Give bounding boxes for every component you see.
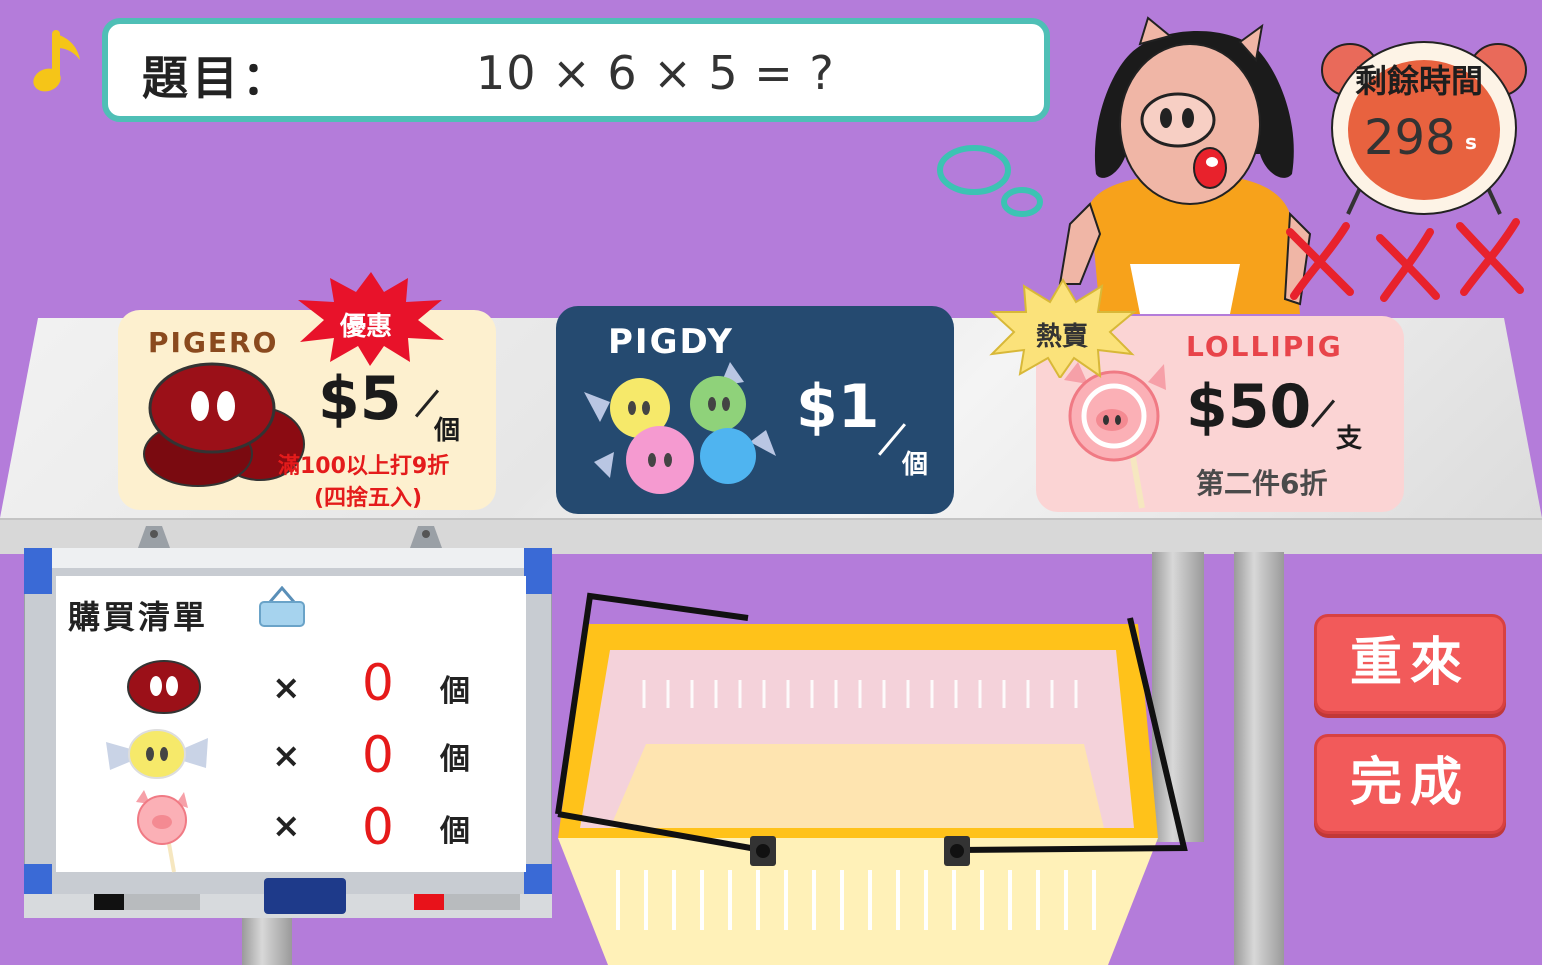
list-qty: 0 bbox=[362, 726, 394, 784]
board-clip-icon bbox=[138, 526, 170, 548]
product-price: $1 bbox=[796, 372, 880, 442]
list-item bbox=[104, 726, 210, 786]
lives-lost-marks bbox=[1286, 218, 1524, 302]
reset-button[interactable]: 重來 bbox=[1314, 614, 1506, 714]
shopping-list-title: 購買清單 bbox=[68, 598, 209, 636]
wrong-mark-icon bbox=[1376, 228, 1440, 302]
board-stand bbox=[242, 918, 292, 965]
list-unit: 個 bbox=[440, 742, 470, 777]
product-unit: 支 bbox=[1336, 424, 1363, 454]
product-promo-line1: 滿100以上打9折 bbox=[278, 454, 450, 479]
lollipig-icon bbox=[136, 790, 188, 873]
list-times: × bbox=[272, 806, 301, 846]
list-times: × bbox=[272, 668, 301, 708]
product-name: LOLLIPIG bbox=[1186, 330, 1343, 363]
basket-icon bbox=[259, 586, 305, 627]
wrong-mark-icon bbox=[1286, 222, 1354, 300]
done-button[interactable]: 完成 bbox=[1314, 734, 1506, 834]
pigdy-candy-icon bbox=[584, 362, 776, 494]
product-price: $50 bbox=[1186, 372, 1312, 442]
pigdy-candy-icon bbox=[106, 729, 208, 779]
product-unit: 個 bbox=[434, 416, 461, 446]
discount-badge-label: 優惠 bbox=[340, 312, 393, 342]
lollipig-icon bbox=[1064, 362, 1166, 509]
timer-label: 剩餘時間 bbox=[1354, 62, 1483, 100]
list-unit: 個 bbox=[440, 674, 470, 709]
list-unit: 個 bbox=[440, 814, 470, 849]
counter-leg bbox=[1234, 552, 1284, 965]
list-item bbox=[126, 790, 196, 880]
timer-unit: s bbox=[1465, 130, 1477, 154]
product-price: $5 bbox=[318, 364, 402, 434]
product-card-pigdy[interactable]: PIGDY $1 個 bbox=[556, 306, 954, 514]
pigero-coin-icon bbox=[127, 660, 201, 714]
product-promo-line1: 第二件6折 bbox=[1196, 467, 1328, 500]
list-qty: 0 bbox=[362, 654, 394, 712]
shopping-basket-dropzone[interactable] bbox=[548, 588, 1198, 965]
list-qty: 0 bbox=[362, 798, 394, 856]
question-label: 題目： bbox=[142, 51, 292, 105]
music-note-icon[interactable] bbox=[30, 28, 90, 98]
list-times: × bbox=[272, 736, 301, 776]
question-bar: 題目： 10 × 6 × 5 = ? bbox=[102, 18, 1050, 122]
product-unit: 個 bbox=[902, 450, 929, 480]
hot-sale-badge-label: 熱賣 bbox=[1036, 322, 1089, 352]
question-expression: 10 × 6 × 5 = ? bbox=[476, 46, 835, 100]
board-clip-icon bbox=[410, 526, 442, 548]
timer-value: 298 bbox=[1364, 110, 1456, 166]
product-name: PIGERO bbox=[148, 326, 279, 359]
list-item bbox=[126, 658, 202, 720]
wrong-mark-icon bbox=[1456, 218, 1524, 296]
product-promo-line2: (四捨五入) bbox=[314, 486, 423, 511]
